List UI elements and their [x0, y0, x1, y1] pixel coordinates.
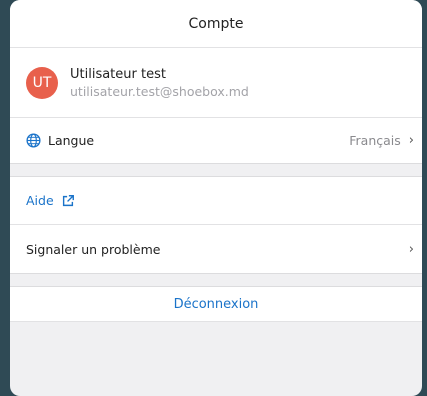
external-link-icon: [62, 194, 74, 206]
user-name: Utilisateur test: [70, 66, 166, 82]
help-label: Aide: [26, 193, 54, 208]
avatar: UT: [26, 66, 58, 99]
user-info: Utilisateur test utilisateur.test@shoebo…: [70, 67, 249, 99]
report-label: Signaler un problème: [26, 241, 161, 257]
report-problem-row[interactable]: Signaler un problème ›: [10, 225, 422, 274]
globe-icon: [26, 133, 41, 148]
language-row[interactable]: Langue Français ›: [10, 118, 422, 164]
page-title-text: Compte: [188, 15, 244, 32]
user-email: utilisateur.test@shoebox.md: [70, 83, 249, 99]
language-value-group: Français ›: [349, 133, 414, 148]
avatar-initials: UT: [32, 74, 52, 91]
account-sheet: Compte UT Utilisateur test utilisateur.t…: [10, 0, 422, 396]
user-profile: UT Utilisateur test utilisateur.test@sho…: [10, 48, 422, 118]
language-label: Langue: [48, 133, 95, 148]
logout-label: Déconnexion: [173, 296, 259, 312]
help-link[interactable]: Aide: [10, 176, 422, 225]
language-value: Français: [349, 133, 401, 148]
chevron-right-icon: ›: [408, 241, 414, 257]
chevron-right-icon: ›: [408, 133, 414, 148]
logout-button[interactable]: Déconnexion: [10, 286, 422, 322]
page-title: Compte: [10, 0, 422, 48]
